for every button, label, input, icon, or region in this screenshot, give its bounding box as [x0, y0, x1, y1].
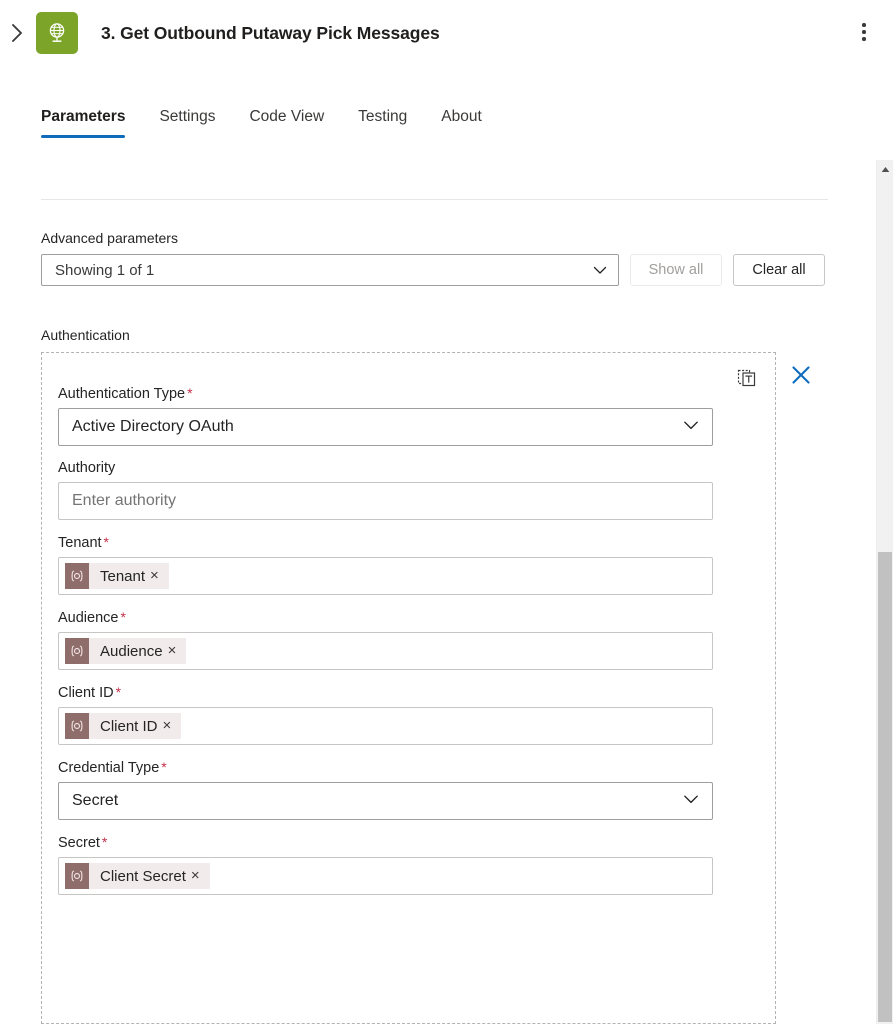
- chevron-right-icon: [10, 22, 25, 44]
- switch-to-text-mode-icon: [737, 368, 757, 393]
- label-text: Tenant: [58, 535, 102, 551]
- parameter-token-icon: [65, 638, 89, 664]
- required-marker: *: [103, 534, 109, 550]
- secret-input[interactable]: Client Secret ×: [58, 857, 713, 895]
- token-remove-button[interactable]: ×: [148, 568, 169, 584]
- authority-input[interactable]: Enter authority: [58, 482, 713, 520]
- tab-label: Parameters: [41, 108, 126, 125]
- clear-all-label: Clear all: [752, 262, 806, 278]
- parameter-token-icon: [65, 713, 89, 739]
- label-text: Secret: [58, 835, 100, 851]
- field-label: Credential Type *: [58, 759, 728, 776]
- required-marker: *: [161, 759, 167, 775]
- field-label: Authority: [58, 460, 728, 476]
- authentication-fields: Authentication Type * Active Directory OA…: [58, 385, 728, 909]
- parameter-token-icon: [65, 863, 89, 889]
- token-remove-button[interactable]: ×: [166, 643, 187, 659]
- token-chip[interactable]: Tenant ×: [65, 563, 169, 589]
- credential-type-select[interactable]: Secret: [58, 782, 713, 820]
- token-label: Client Secret: [100, 867, 186, 885]
- field-secret: Secret * Client Secret ×: [58, 834, 728, 895]
- advanced-parameters-row: Showing 1 of 1 Show all Clear all: [41, 254, 825, 286]
- show-all-label: Show all: [648, 262, 704, 278]
- tab-settings[interactable]: Settings: [142, 108, 232, 138]
- tab-label: About: [441, 108, 482, 125]
- field-label: Audience *: [58, 609, 728, 626]
- tab-label: Testing: [358, 108, 408, 125]
- tenant-input[interactable]: Tenant ×: [58, 557, 713, 595]
- advanced-parameters-label: Advanced parameters: [41, 230, 178, 246]
- authority-placeholder: Enter authority: [72, 492, 177, 509]
- authentication-type-select[interactable]: Active Directory OAuth: [58, 408, 713, 446]
- more-options-button[interactable]: [847, 14, 881, 50]
- required-marker: *: [101, 834, 108, 850]
- authentication-toolbar: [734, 367, 760, 393]
- show-all-button[interactable]: Show all: [630, 254, 722, 286]
- chevron-down-icon: [682, 790, 700, 813]
- required-marker: *: [115, 684, 122, 700]
- token-chip[interactable]: Client Secret ×: [65, 863, 210, 889]
- expand-collapse-button[interactable]: [0, 0, 34, 66]
- tab-about[interactable]: About: [424, 108, 499, 138]
- page-title: 3. Get Outbound Putaway Pick Messages: [101, 22, 440, 43]
- token-chip[interactable]: Audience ×: [65, 638, 187, 664]
- token-label: Audience: [100, 642, 163, 660]
- token-remove-button[interactable]: ×: [189, 868, 210, 884]
- field-label: Authentication Type *: [58, 385, 728, 402]
- field-credential-type: Credential Type * Secret: [58, 759, 728, 820]
- scroll-thumb[interactable]: [878, 552, 892, 1022]
- remove-authentication-button[interactable]: [786, 362, 816, 392]
- tab-code-view[interactable]: Code View: [232, 108, 341, 138]
- more-vertical-icon: [862, 37, 866, 41]
- chevron-down-icon: [682, 416, 700, 439]
- label-text: Audience: [58, 610, 119, 626]
- label-text: Authentication Type: [58, 386, 186, 402]
- advanced-parameters-dropdown[interactable]: Showing 1 of 1: [41, 254, 619, 286]
- connector-icon-tile: [36, 12, 78, 54]
- label-text: Authority: [58, 460, 116, 476]
- label-text: Client ID: [58, 685, 114, 701]
- advanced-parameters-value: Showing 1 of 1: [55, 261, 155, 279]
- field-authentication-type: Authentication Type * Active Directory OA…: [58, 385, 728, 446]
- field-authority: Authority Enter authority: [58, 460, 728, 520]
- scroll-up-arrow-icon: [881, 160, 890, 178]
- tab-label: Settings: [159, 108, 216, 125]
- tab-testing[interactable]: Testing: [341, 108, 424, 138]
- field-label: Tenant *: [58, 534, 728, 551]
- required-marker: *: [120, 609, 126, 625]
- field-label: Secret *: [58, 834, 728, 851]
- authentication-section-label: Authentication: [41, 327, 130, 343]
- clear-all-button[interactable]: Clear all: [733, 254, 825, 286]
- more-vertical-icon: [862, 23, 866, 27]
- token-label: Tenant: [100, 567, 146, 585]
- token-remove-button[interactable]: ×: [161, 718, 182, 734]
- tab-list: Parameters Settings Code View Testing Ab…: [41, 108, 499, 138]
- field-tenant: Tenant * Tenant ×: [58, 534, 728, 595]
- divider: [41, 199, 828, 200]
- client-id-input[interactable]: Client ID ×: [58, 707, 713, 745]
- authentication-panel: Authentication Type * Active Directory OA…: [41, 352, 776, 1024]
- card-header: 3. Get Outbound Putaway Pick Messages: [0, 0, 893, 66]
- token-chip[interactable]: Client ID ×: [65, 713, 182, 739]
- field-label: Client ID *: [58, 684, 728, 701]
- audience-input[interactable]: Audience ×: [58, 632, 713, 670]
- tab-label: Code View: [249, 108, 325, 125]
- credential-type-value: Secret: [72, 792, 119, 809]
- label-text: Credential Type: [58, 760, 160, 776]
- more-vertical-icon: [862, 30, 866, 34]
- close-icon: [790, 364, 812, 391]
- switch-to-text-mode-button[interactable]: [734, 367, 760, 393]
- authentication-type-value: Active Directory OAuth: [72, 418, 234, 435]
- field-audience: Audience * Audience ×: [58, 609, 728, 670]
- field-client-id: Client ID * Client ID ×: [58, 684, 728, 745]
- chevron-down-icon: [592, 262, 608, 278]
- token-label: Client ID: [100, 717, 158, 735]
- parameter-token-icon: [65, 563, 89, 589]
- scroll-up-button[interactable]: [877, 160, 893, 178]
- required-marker: *: [187, 385, 193, 401]
- tab-parameters[interactable]: Parameters: [41, 108, 142, 138]
- vertical-scrollbar[interactable]: [876, 160, 893, 1024]
- globe-http-icon: [44, 20, 70, 46]
